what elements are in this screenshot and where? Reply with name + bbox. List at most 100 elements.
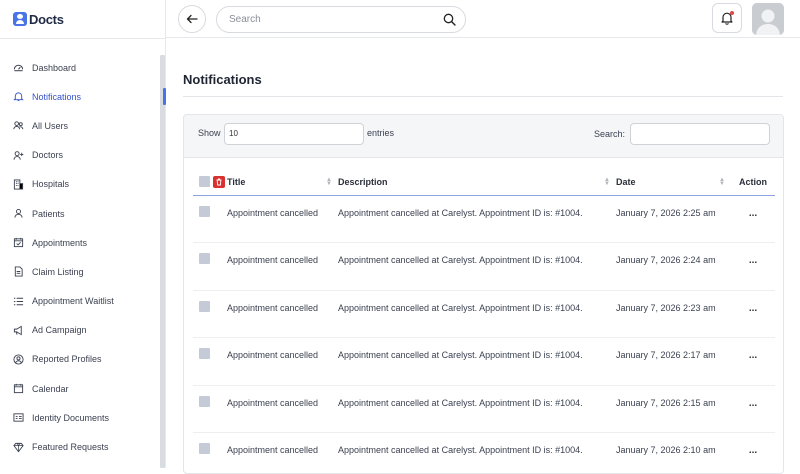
row-checkbox[interactable] bbox=[199, 443, 210, 454]
more-actions-button[interactable]: ... bbox=[731, 206, 775, 221]
list-icon bbox=[13, 296, 24, 307]
sidebar-item-label: All Users bbox=[32, 121, 68, 131]
id-card-icon bbox=[13, 412, 24, 423]
row-action-cell: ... bbox=[731, 195, 775, 243]
sidebar-item-appointments[interactable]: Appointments bbox=[0, 228, 160, 257]
row-title: Appointment cancelled bbox=[227, 195, 338, 243]
sidebar-item-label: Patients bbox=[32, 209, 65, 219]
table-search-label: Search: bbox=[594, 129, 625, 139]
sort-icon: ▲▼ bbox=[326, 178, 332, 186]
sidebar-item-reported-profiles[interactable]: Reported Profiles bbox=[0, 345, 160, 374]
sidebar-item-label: Featured Requests bbox=[32, 442, 109, 452]
sort-icon: ▲▼ bbox=[604, 178, 610, 186]
sidebar-item-label: Dashboard bbox=[32, 63, 76, 73]
building-icon bbox=[13, 179, 24, 190]
row-title: Appointment cancelled bbox=[227, 338, 338, 386]
row-checkbox[interactable] bbox=[199, 253, 210, 264]
page-size-input[interactable]: 10 bbox=[224, 123, 364, 145]
entries-label: entries bbox=[367, 128, 394, 138]
user-circle-icon bbox=[13, 354, 24, 365]
page-title: Notifications bbox=[183, 72, 262, 87]
search-placeholder: Search bbox=[229, 14, 261, 25]
bell-icon bbox=[13, 91, 24, 102]
column-title-label: Title bbox=[227, 177, 245, 187]
sidebar-item-notifications[interactable]: Notifications bbox=[0, 82, 160, 111]
more-actions-button[interactable]: ... bbox=[731, 253, 775, 268]
table-search-input[interactable] bbox=[630, 123, 770, 145]
row-checkbox[interactable] bbox=[199, 348, 210, 359]
column-description-label: Description bbox=[338, 177, 388, 187]
sidebar-item-hospitals[interactable]: Hospitals bbox=[0, 170, 160, 199]
sidebar-item-appointment-waitlist[interactable]: Appointment Waitlist bbox=[0, 287, 160, 316]
table-header-row: Title ▲▼ Description ▲▼ Date ▲▼ Action bbox=[193, 170, 775, 195]
select-all-header bbox=[193, 170, 227, 195]
active-indicator bbox=[163, 88, 166, 105]
sidebar-item-ad-campaign[interactable]: Ad Campaign bbox=[0, 316, 160, 345]
more-actions-button[interactable]: ... bbox=[731, 396, 775, 411]
column-date-label: Date bbox=[616, 177, 636, 187]
row-select-cell bbox=[193, 385, 227, 433]
trash-icon bbox=[215, 178, 223, 186]
bulk-delete-button[interactable] bbox=[213, 176, 225, 188]
select-all-checkbox[interactable] bbox=[199, 176, 210, 187]
sidebar-item-label: Appointments bbox=[32, 238, 87, 248]
sidebar-item-identity-documents[interactable]: Identity Documents bbox=[0, 403, 160, 432]
dashboard-icon bbox=[13, 62, 24, 73]
notifications-button[interactable] bbox=[712, 3, 742, 33]
sidebar-item-all-users[interactable]: All Users bbox=[0, 111, 160, 140]
row-title: Appointment cancelled bbox=[227, 385, 338, 433]
calendar-check-icon bbox=[13, 237, 24, 248]
sidebar-item-label: Reported Profiles bbox=[32, 354, 102, 364]
row-checkbox[interactable] bbox=[199, 396, 210, 407]
sidebar-item-featured-requests[interactable]: Featured Requests bbox=[0, 432, 160, 461]
more-actions-button[interactable]: ... bbox=[731, 301, 775, 316]
row-action-cell: ... bbox=[731, 290, 775, 338]
column-header-title[interactable]: Title ▲▼ bbox=[227, 170, 338, 195]
notification-dot bbox=[730, 11, 734, 15]
row-select-cell bbox=[193, 290, 227, 338]
row-date: January 7, 2026 2:17 am bbox=[616, 338, 731, 386]
table-row: Appointment cancelledAppointment cancell… bbox=[193, 385, 775, 433]
sort-icon: ▲▼ bbox=[719, 178, 725, 186]
notifications-table: Title ▲▼ Description ▲▼ Date ▲▼ Action A… bbox=[193, 170, 775, 474]
back-button[interactable] bbox=[178, 5, 206, 33]
title-divider bbox=[183, 96, 783, 97]
row-date: January 7, 2026 2:25 am bbox=[616, 195, 731, 243]
row-checkbox[interactable] bbox=[199, 301, 210, 312]
sidebar-item-label: Claim Listing bbox=[32, 267, 84, 277]
logo-text: Docts bbox=[29, 12, 64, 27]
column-header-description[interactable]: Description ▲▼ bbox=[338, 170, 616, 195]
global-search-input[interactable]: Search bbox=[216, 6, 466, 33]
sidebar-scroll-thumb[interactable] bbox=[160, 55, 165, 468]
more-actions-button[interactable]: ... bbox=[731, 348, 775, 363]
column-action-label: Action bbox=[739, 177, 767, 187]
app-logo[interactable]: Docts bbox=[13, 10, 64, 28]
users-icon bbox=[13, 120, 24, 131]
diamond-icon bbox=[13, 442, 24, 453]
logo-icon bbox=[13, 12, 27, 26]
search-icon[interactable] bbox=[443, 13, 456, 26]
row-date: January 7, 2026 2:15 am bbox=[616, 385, 731, 433]
row-select-cell bbox=[193, 243, 227, 291]
user-avatar-icon bbox=[752, 3, 784, 35]
sidebar-item-dashboard[interactable]: Dashboard bbox=[0, 53, 160, 82]
sidebar-item-claim-listing[interactable]: Claim Listing bbox=[0, 257, 160, 286]
megaphone-icon bbox=[13, 325, 24, 336]
row-select-cell bbox=[193, 338, 227, 386]
sidebar-divider bbox=[0, 38, 166, 39]
sidebar-item-patients[interactable]: Patients bbox=[0, 199, 160, 228]
row-description: Appointment cancelled at Carelyst. Appoi… bbox=[338, 385, 616, 433]
sidebar-item-calendar[interactable]: Calendar bbox=[0, 374, 160, 403]
row-action-cell: ... bbox=[731, 243, 775, 291]
sidebar: Docts Dashboard Notifications All Users Doc… bbox=[0, 0, 166, 468]
document-icon bbox=[13, 266, 24, 277]
row-checkbox[interactable] bbox=[199, 206, 210, 217]
avatar[interactable] bbox=[752, 3, 784, 35]
sidebar-item-doctors[interactable]: Doctors bbox=[0, 141, 160, 170]
sidebar-item-label: Doctors bbox=[32, 150, 63, 160]
table-row: Appointment cancelledAppointment cancell… bbox=[193, 195, 775, 243]
more-actions-button[interactable]: ... bbox=[731, 443, 775, 458]
column-header-date[interactable]: Date ▲▼ bbox=[616, 170, 731, 195]
calendar-icon bbox=[13, 383, 24, 394]
column-header-action: Action bbox=[731, 170, 775, 195]
